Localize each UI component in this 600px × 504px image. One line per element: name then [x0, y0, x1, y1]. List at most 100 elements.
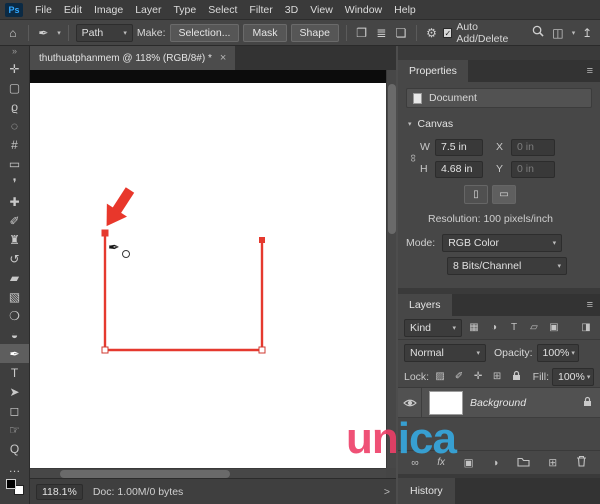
tab-properties[interactable]: Properties — [398, 60, 468, 82]
opacity-field[interactable]: 100% ▾ — [536, 344, 579, 362]
kind-filter-select[interactable]: Kind ▾ — [404, 318, 462, 337]
close-icon[interactable]: × — [220, 52, 226, 64]
vertical-scrollbar-thumb[interactable] — [388, 84, 396, 234]
lock-transparency-icon[interactable]: ▨ — [432, 371, 448, 382]
canvas-viewport[interactable]: ✒ — [30, 70, 396, 478]
edit-toolbar-icon[interactable]: … — [0, 458, 29, 477]
landscape-orientation-button[interactable]: ▭ — [492, 185, 516, 204]
make-selection-button[interactable]: Selection... — [169, 23, 240, 42]
layer-visibility-toggle[interactable] — [398, 388, 422, 417]
blur-tool[interactable]: ❍ — [0, 306, 29, 325]
clone-stamp-tool[interactable]: ♜ — [0, 230, 29, 249]
home-icon[interactable]: ⌂ — [5, 26, 21, 40]
brush-tool[interactable]: ✐ — [0, 211, 29, 230]
panel-menu-icon[interactable]: ≡ — [580, 294, 600, 316]
menu-item-3d[interactable]: 3D — [279, 0, 304, 19]
search-icon[interactable] — [530, 25, 546, 40]
filter-toggle-icon[interactable]: ◨ — [578, 322, 594, 333]
layer-style-icon[interactable]: fx — [437, 457, 445, 468]
filter-type-layers-icon[interactable]: T — [506, 322, 522, 333]
layer-name[interactable]: Background — [470, 397, 575, 409]
new-group-icon[interactable] — [517, 456, 530, 470]
eraser-tool[interactable]: ▰ — [0, 268, 29, 287]
zoom-tool[interactable]: Q — [0, 439, 29, 458]
status-flyout-icon[interactable]: > — [384, 486, 390, 498]
menu-item-select[interactable]: Select — [202, 0, 243, 19]
menu-item-view[interactable]: View — [304, 0, 339, 19]
menu-item-type[interactable]: Type — [167, 0, 202, 19]
lock-position-icon[interactable]: ✛ — [470, 371, 486, 382]
filter-adjustment-layers-icon[interactable]: ◑ — [486, 322, 502, 333]
menu-item-image[interactable]: Image — [88, 0, 129, 19]
layer-row-background[interactable]: Background — [398, 388, 600, 418]
history-brush-tool[interactable]: ↺ — [0, 249, 29, 268]
canvas-section-header[interactable]: ▾ Canvas — [406, 114, 592, 134]
type-tool[interactable]: T — [0, 363, 29, 382]
document-type-row[interactable]: Document — [406, 88, 592, 108]
width-field[interactable]: 7.5 in — [435, 138, 483, 156]
filter-smart-objects-icon[interactable]: ▣ — [546, 322, 562, 333]
move-tool[interactable]: ✛ — [0, 59, 29, 78]
share-icon[interactable]: ↥ — [579, 26, 595, 40]
layer-thumbnail[interactable] — [429, 390, 463, 415]
gear-icon[interactable]: ⚙ — [424, 26, 440, 40]
foreground-color-swatch[interactable] — [5, 479, 16, 489]
toolbar-collapse-icon[interactable]: » — [12, 46, 17, 59]
lasso-tool[interactable]: ϱ — [0, 97, 29, 116]
gradient-tool[interactable]: ▧ — [0, 287, 29, 306]
filter-pixel-layers-icon[interactable]: ▦ — [466, 322, 482, 333]
tool-preset-icon[interactable]: ✒ — [36, 26, 52, 40]
pen-tool[interactable]: ✒ — [0, 344, 29, 363]
frame-tool[interactable]: ▭ — [0, 154, 29, 173]
menu-item-help[interactable]: Help — [388, 0, 422, 19]
color-swatches[interactable] — [5, 479, 24, 495]
make-mask-button[interactable]: Mask — [243, 23, 287, 42]
document-canvas[interactable] — [30, 83, 386, 468]
menu-item-edit[interactable]: Edit — [58, 0, 88, 19]
constrain-link-icon[interactable]: ∞ — [406, 136, 420, 180]
filter-shape-layers-icon[interactable]: ▱ — [526, 322, 542, 333]
marquee-tool[interactable]: ▢ — [0, 78, 29, 97]
bit-depth-select[interactable]: 8 Bits/Channel ▾ — [447, 257, 567, 275]
auto-add-delete-checkbox[interactable]: ✓ — [443, 27, 453, 38]
tab-layers[interactable]: Layers — [398, 294, 452, 316]
path-arrangement-icon[interactable]: ❏ — [393, 26, 409, 40]
menu-item-file[interactable]: File — [29, 0, 58, 19]
fill-field[interactable]: 100% ▾ — [552, 367, 594, 386]
lock-all-icon[interactable] — [508, 370, 524, 384]
zoom-level-field[interactable]: 118.1% — [36, 483, 83, 500]
document-tab[interactable]: thuthuatphanmem @ 118% (RGB/8#) * × — [30, 46, 236, 70]
panel-menu-icon[interactable]: ≡ — [580, 60, 600, 82]
blend-mode-select[interactable]: Normal ▾ — [404, 344, 486, 362]
workspace-icon[interactable]: ◫ — [550, 26, 566, 40]
path-selection-tool[interactable]: ➤ — [0, 382, 29, 401]
path-mode-select[interactable]: Path ▾ — [75, 23, 133, 42]
add-mask-icon[interactable]: ▣ — [464, 457, 474, 469]
horizontal-scrollbar-thumb[interactable] — [60, 470, 230, 478]
color-mode-select[interactable]: RGB Color ▾ — [442, 234, 563, 252]
path-operations-icon[interactable]: ❐ — [354, 26, 370, 40]
crop-tool[interactable]: # — [0, 135, 29, 154]
new-layer-icon[interactable]: ⊞ — [548, 457, 557, 469]
height-field[interactable]: 4.68 in — [435, 160, 483, 178]
portrait-orientation-button[interactable]: ▯ — [464, 185, 488, 204]
shape-tool[interactable]: ◻ — [0, 401, 29, 420]
delete-layer-icon[interactable] — [576, 455, 587, 470]
eyedropper-tool[interactable]: ❜ — [0, 173, 29, 192]
menu-item-filter[interactable]: Filter — [243, 0, 278, 19]
make-shape-button[interactable]: Shape — [290, 23, 339, 42]
adjustment-layer-icon[interactable]: ◑ — [492, 457, 498, 469]
healing-brush-tool[interactable]: ✚ — [0, 192, 29, 211]
path-alignment-icon[interactable]: ≣ — [373, 26, 389, 40]
tab-history[interactable]: History — [398, 478, 455, 504]
vertical-scrollbar[interactable] — [386, 70, 396, 468]
lock-artboard-icon[interactable]: ⊞ — [489, 371, 505, 382]
quick-selection-tool[interactable]: ◌ — [0, 116, 29, 135]
menu-item-layer[interactable]: Layer — [129, 0, 167, 19]
lock-pixels-icon[interactable]: ✐ — [451, 371, 467, 382]
dodge-tool[interactable]: ◒ — [0, 325, 29, 344]
hand-tool[interactable]: ☞ — [0, 420, 29, 439]
horizontal-scrollbar[interactable] — [30, 468, 386, 478]
menu-item-window[interactable]: Window — [339, 0, 388, 19]
link-layers-icon[interactable]: ∞ — [411, 457, 419, 469]
